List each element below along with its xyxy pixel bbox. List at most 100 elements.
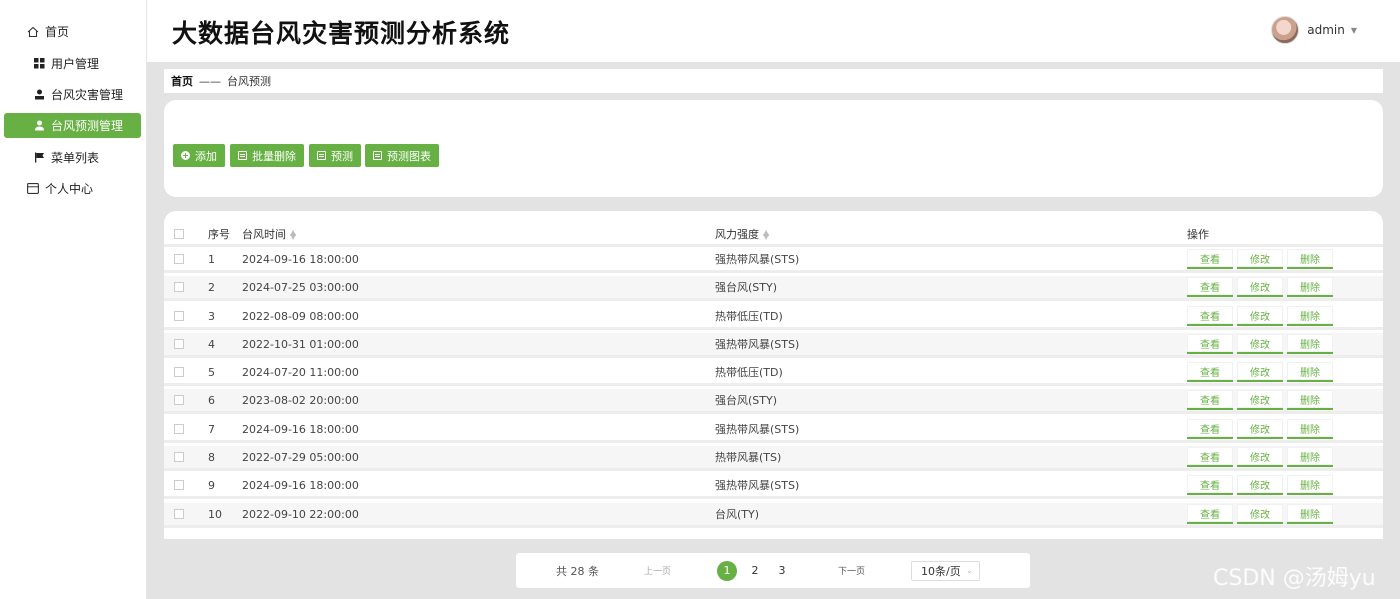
cell-ops: 查看 修改 删除 — [1187, 504, 1337, 524]
row-checkbox[interactable] — [174, 282, 184, 292]
predict-chart-label: 预测图表 — [387, 149, 431, 163]
row-checkbox[interactable] — [174, 311, 184, 321]
sidebar-item-typhoon-prediction[interactable]: 台风预测管理 — [4, 113, 141, 138]
cell-time: 2024-09-16 18:00:00 — [242, 422, 359, 436]
sidebar-item-users[interactable]: 用户管理 — [4, 51, 141, 76]
view-button[interactable]: 查看 — [1187, 362, 1233, 382]
add-button[interactable]: 添加 — [173, 144, 225, 167]
row-checkbox[interactable] — [174, 254, 184, 264]
row-checkbox[interactable] — [174, 480, 184, 490]
row-checkbox[interactable] — [174, 509, 184, 519]
delete-button[interactable]: 删除 — [1287, 362, 1333, 382]
prev-page-button[interactable]: 上一页 — [644, 564, 671, 577]
next-page-button[interactable]: 下一页 — [838, 564, 865, 577]
delete-button[interactable]: 删除 — [1287, 334, 1333, 354]
pagination: 共 28 条 上一页 1 2 3 下一页 10条/页 ⌄ — [516, 553, 1030, 588]
cell-ops: 查看 修改 删除 — [1187, 362, 1337, 382]
view-button[interactable]: 查看 — [1187, 475, 1233, 495]
delete-icon — [238, 151, 247, 160]
cell-no: 3 — [208, 309, 215, 323]
row-checkbox[interactable] — [174, 452, 184, 462]
pagination-total: 共 28 条 — [556, 564, 599, 578]
edit-button[interactable]: 修改 — [1237, 249, 1283, 269]
delete-button[interactable]: 删除 — [1287, 249, 1333, 269]
delete-button[interactable]: 删除 — [1287, 447, 1333, 467]
edit-button[interactable]: 修改 — [1237, 390, 1283, 410]
edit-button[interactable]: 修改 — [1237, 419, 1283, 439]
cell-ops: 查看 修改 删除 — [1187, 447, 1337, 467]
cell-ops: 查看 修改 删除 — [1187, 475, 1337, 495]
row-checkbox[interactable] — [174, 367, 184, 377]
table-row: 8 2022-07-29 05:00:00 热带风暴(TS) 查看 修改 删除 — [164, 446, 1383, 471]
delete-button[interactable]: 删除 — [1287, 277, 1333, 297]
page-button-3[interactable]: 3 — [772, 561, 792, 581]
page-size-value: 10条/页 — [921, 564, 961, 578]
delete-button[interactable]: 删除 — [1287, 504, 1333, 524]
cell-wind: 强台风(STY) — [715, 394, 778, 407]
sidebar-item-label: 个人中心 — [45, 182, 94, 196]
cell-no: 1 — [208, 252, 215, 266]
predict-chart-button[interactable]: 预测图表 — [365, 144, 439, 167]
edit-button[interactable]: 修改 — [1237, 362, 1283, 382]
cell-no: 7 — [208, 422, 215, 436]
avatar — [1271, 16, 1300, 44]
sidebar-item-home[interactable]: 首页 — [4, 19, 141, 44]
cell-no: 5 — [208, 365, 215, 379]
page-button-2[interactable]: 2 — [745, 561, 765, 581]
view-button[interactable]: 查看 — [1187, 249, 1233, 269]
column-header-time[interactable]: 台风时间 ▲ ▼ — [242, 226, 296, 242]
table-row: 1 2024-09-16 18:00:00 强热带风暴(STS) 查看 修改 删除 — [164, 248, 1383, 273]
view-button[interactable]: 查看 — [1187, 277, 1233, 297]
table-row: 2 2024-07-25 03:00:00 强台风(STY) 查看 修改 删除 — [164, 276, 1383, 301]
row-checkbox[interactable] — [174, 339, 184, 349]
edit-button[interactable]: 修改 — [1237, 277, 1283, 297]
select-all-checkbox[interactable] — [174, 228, 184, 239]
edit-button[interactable]: 修改 — [1237, 475, 1283, 495]
view-button[interactable]: 查看 — [1187, 334, 1233, 354]
cell-no: 8 — [208, 450, 215, 464]
sidebar-item-menu-list[interactable]: 菜单列表 — [4, 145, 141, 170]
view-button[interactable]: 查看 — [1187, 419, 1233, 439]
sort-icon[interactable]: ▲ ▼ — [290, 228, 296, 240]
breadcrumb-home[interactable]: 首页 — [171, 73, 193, 89]
delete-button[interactable]: 删除 — [1287, 419, 1333, 439]
sort-icon[interactable]: ▲ ▼ — [763, 228, 769, 240]
view-button[interactable]: 查看 — [1187, 390, 1233, 410]
user-menu[interactable]: admin ▼ — [1271, 16, 1357, 44]
row-checkbox[interactable] — [174, 395, 184, 405]
edit-button[interactable]: 修改 — [1237, 504, 1283, 524]
edit-button[interactable]: 修改 — [1237, 306, 1283, 326]
sidebar-item-typhoon-disaster[interactable]: 台风灾害管理 — [4, 82, 141, 107]
cell-ops: 查看 修改 删除 — [1187, 419, 1337, 439]
predict-button[interactable]: 预测 — [309, 144, 361, 167]
batch-delete-button[interactable]: 批量删除 — [230, 144, 304, 167]
sidebar-item-profile[interactable]: 个人中心 — [4, 176, 141, 201]
table-row: 6 2023-08-02 20:00:00 强台风(STY) 查看 修改 删除 — [164, 389, 1383, 414]
view-button[interactable]: 查看 — [1187, 447, 1233, 467]
cell-time: 2023-08-02 20:00:00 — [242, 393, 359, 407]
cell-time: 2024-09-16 18:00:00 — [242, 478, 359, 492]
page-button-1[interactable]: 1 — [717, 560, 737, 581]
toolbar-panel: 添加 批量删除 预测 预测图表 — [164, 100, 1383, 197]
cell-wind: 台风(TY) — [715, 508, 760, 521]
sidebar: 首页 用户管理 台风灾害管理 台风预测管理 菜单列表 个人中心 — [0, 0, 147, 599]
page-size-select[interactable]: 10条/页 ⌄ — [911, 560, 980, 581]
delete-button[interactable]: 删除 — [1287, 475, 1333, 495]
delete-button[interactable]: 删除 — [1287, 390, 1333, 410]
cell-wind: 强热带风暴(STS) — [715, 253, 800, 266]
delete-button[interactable]: 删除 — [1287, 306, 1333, 326]
edit-button[interactable]: 修改 — [1237, 447, 1283, 467]
table-row: 5 2024-07-20 11:00:00 热带低压(TD) 查看 修改 删除 — [164, 361, 1383, 386]
row-checkbox[interactable] — [174, 424, 184, 434]
breadcrumb-current: 台风预测 — [227, 75, 271, 88]
cell-time: 2022-08-09 08:00:00 — [242, 309, 359, 323]
column-header-wind[interactable]: 风力强度 ▲ ▼ — [715, 226, 769, 242]
view-button[interactable]: 查看 — [1187, 306, 1233, 326]
sidebar-item-label: 菜单列表 — [51, 151, 100, 165]
cell-ops: 查看 修改 删除 — [1187, 390, 1337, 410]
chart-icon — [373, 151, 382, 160]
flag-icon — [32, 151, 46, 165]
view-button[interactable]: 查看 — [1187, 504, 1233, 524]
cell-wind: 强热带风暴(STS) — [715, 479, 800, 492]
edit-button[interactable]: 修改 — [1237, 334, 1283, 354]
